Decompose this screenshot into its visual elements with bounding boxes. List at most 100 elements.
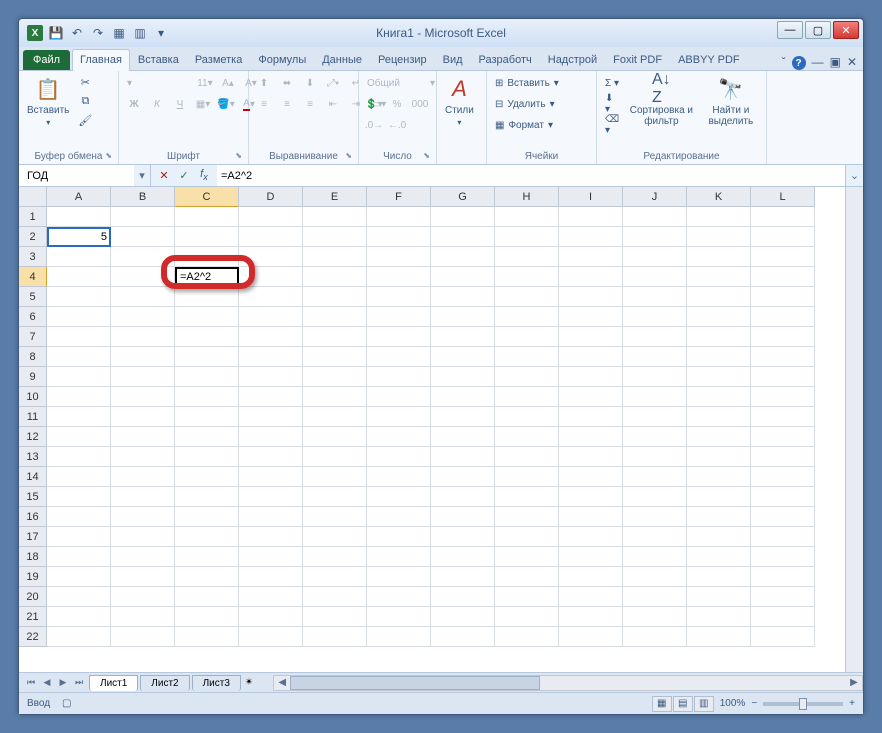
cell-H13[interactable] (495, 447, 559, 467)
sheet-nav-first-icon[interactable]: ⏮ (23, 675, 39, 691)
column-header-D[interactable]: D (239, 187, 303, 207)
cell-K15[interactable] (687, 487, 751, 507)
cell-J5[interactable] (623, 287, 687, 307)
cell-G9[interactable] (431, 367, 495, 387)
border-icon[interactable]: ▦▾ (192, 94, 214, 114)
name-box[interactable]: ГОД ▾ (19, 165, 151, 186)
cell-B2[interactable] (111, 227, 175, 247)
align-top-icon[interactable]: ⬆ (253, 73, 275, 93)
cell-B14[interactable] (111, 467, 175, 487)
cell-A2[interactable]: 5 (47, 227, 111, 247)
sheet-tab-Лист2[interactable]: Лист2 (140, 675, 189, 691)
cell-J16[interactable] (623, 507, 687, 527)
zoom-out-icon[interactable]: − (751, 698, 757, 709)
cell-A7[interactable] (47, 327, 111, 347)
cell-I6[interactable] (559, 307, 623, 327)
cell-A5[interactable] (47, 287, 111, 307)
row-header-10[interactable]: 10 (19, 387, 47, 407)
cell-B6[interactable] (111, 307, 175, 327)
cell-L8[interactable] (751, 347, 815, 367)
align-right-icon[interactable]: ≡ (299, 94, 321, 114)
cell-B19[interactable] (111, 567, 175, 587)
cell-I3[interactable] (559, 247, 623, 267)
clear-button[interactable]: ⌫ ▾ (601, 115, 623, 135)
cell-H17[interactable] (495, 527, 559, 547)
cell-B7[interactable] (111, 327, 175, 347)
cell-D5[interactable] (239, 287, 303, 307)
cell-C8[interactable] (175, 347, 239, 367)
cell-E10[interactable] (303, 387, 367, 407)
row-header-15[interactable]: 15 (19, 487, 47, 507)
cell-E4[interactable] (303, 267, 367, 287)
cell-D11[interactable] (239, 407, 303, 427)
cell-G3[interactable] (431, 247, 495, 267)
cell-H5[interactable] (495, 287, 559, 307)
cell-F20[interactable] (367, 587, 431, 607)
cell-G16[interactable] (431, 507, 495, 527)
cell-E21[interactable] (303, 607, 367, 627)
cell-F6[interactable] (367, 307, 431, 327)
cell-A9[interactable] (47, 367, 111, 387)
row-header-7[interactable]: 7 (19, 327, 47, 347)
maximize-button[interactable]: ▢ (805, 21, 831, 39)
cell-I16[interactable] (559, 507, 623, 527)
cell-L2[interactable] (751, 227, 815, 247)
cell-F8[interactable] (367, 347, 431, 367)
column-header-K[interactable]: K (687, 187, 751, 207)
cell-K21[interactable] (687, 607, 751, 627)
cell-C9[interactable] (175, 367, 239, 387)
cell-B21[interactable] (111, 607, 175, 627)
cell-J15[interactable] (623, 487, 687, 507)
cell-A6[interactable] (47, 307, 111, 327)
cell-K7[interactable] (687, 327, 751, 347)
tab-Разметка[interactable]: Разметка (187, 49, 251, 70)
cell-C18[interactable] (175, 547, 239, 567)
insert-cells-button[interactable]: ⊞ Вставить ▾ (491, 73, 563, 93)
cell-A21[interactable] (47, 607, 111, 627)
cell-G5[interactable] (431, 287, 495, 307)
cell-F12[interactable] (367, 427, 431, 447)
cell-D21[interactable] (239, 607, 303, 627)
cell-D12[interactable] (239, 427, 303, 447)
cell-C14[interactable] (175, 467, 239, 487)
column-header-I[interactable]: I (559, 187, 623, 207)
cell-F9[interactable] (367, 367, 431, 387)
ribbon-minimize-icon[interactable]: ˇ (782, 55, 786, 71)
cell-H7[interactable] (495, 327, 559, 347)
cell-G15[interactable] (431, 487, 495, 507)
sheet-nav-prev-icon[interactable]: ◀ (39, 675, 55, 691)
cell-F16[interactable] (367, 507, 431, 527)
cell-A18[interactable] (47, 547, 111, 567)
cell-E20[interactable] (303, 587, 367, 607)
cell-H6[interactable] (495, 307, 559, 327)
tab-Формулы[interactable]: Формулы (250, 49, 314, 70)
cell-K19[interactable] (687, 567, 751, 587)
column-header-G[interactable]: G (431, 187, 495, 207)
cell-B11[interactable] (111, 407, 175, 427)
cell-K2[interactable] (687, 227, 751, 247)
cell-D22[interactable] (239, 627, 303, 647)
row-header-14[interactable]: 14 (19, 467, 47, 487)
cell-D16[interactable] (239, 507, 303, 527)
row-header-2[interactable]: 2 (19, 227, 47, 247)
cell-G8[interactable] (431, 347, 495, 367)
cell-G10[interactable] (431, 387, 495, 407)
enter-formula-icon[interactable]: ✓ (175, 168, 193, 182)
cell-F4[interactable] (367, 267, 431, 287)
qat-extra-2-icon[interactable]: ▥ (130, 23, 150, 43)
column-header-E[interactable]: E (303, 187, 367, 207)
cut-icon[interactable]: ✂ (75, 73, 95, 91)
decrease-indent-icon[interactable]: ⇤ (322, 94, 344, 114)
cell-B4[interactable] (111, 267, 175, 287)
zoom-in-icon[interactable]: + (849, 698, 855, 709)
mdi-minimize-icon[interactable]: — (812, 55, 824, 71)
cell-K3[interactable] (687, 247, 751, 267)
tab-Главная[interactable]: Главная (72, 49, 130, 71)
align-left-icon[interactable]: ≡ (253, 94, 275, 114)
cell-E2[interactable] (303, 227, 367, 247)
sheet-nav-last-icon[interactable]: ⏭ (71, 675, 87, 691)
cell-C17[interactable] (175, 527, 239, 547)
cell-J2[interactable] (623, 227, 687, 247)
normal-view-icon[interactable]: ▦ (652, 696, 672, 712)
cell-K4[interactable] (687, 267, 751, 287)
